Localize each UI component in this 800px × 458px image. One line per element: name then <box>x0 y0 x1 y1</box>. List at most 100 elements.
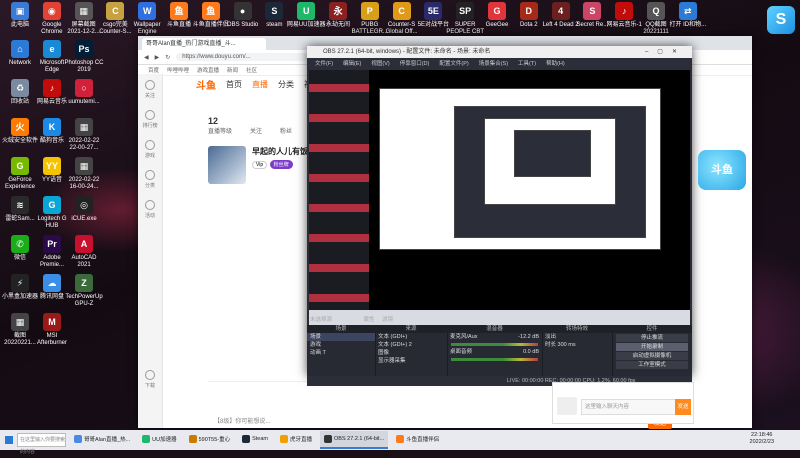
taskbar-app-icon <box>188 435 197 443</box>
refresh-icon[interactable]: ↻ <box>165 54 170 61</box>
taskbar-app[interactable]: Steam <box>238 431 272 447</box>
transition-duration[interactable]: 时长 300 ms <box>542 341 612 349</box>
source-item[interactable]: 文本 (GDI+) <box>375 333 447 341</box>
menu-item[interactable]: 工具(T) <box>518 59 536 67</box>
mixer-channel: 麦克风/Aux -12.2 dB <box>450 334 539 340</box>
nav-icon <box>145 79 155 90</box>
desktop-icon[interactable]: ▦ 2022-02-22 22-00-27... <box>64 118 104 152</box>
left-nav-item[interactable]: 关注 <box>138 74 162 104</box>
stat-level: 12 直播等级 <box>208 116 233 135</box>
app-icon: ◉ <box>42 2 61 20</box>
stat-fans: 粉丝 <box>280 129 293 135</box>
desktop-icon-label: AutoCAD 2021 <box>71 255 97 268</box>
menu-item[interactable]: 配置文件(P) <box>439 59 468 67</box>
room-thumbnail <box>208 146 246 184</box>
bookmark-item[interactable]: 社区 <box>246 66 257 74</box>
url-field[interactable]: https://www.douyu.com/... <box>176 53 309 61</box>
desktop-icon[interactable]: M MSI Afterburner <box>32 313 72 347</box>
browser-tab[interactable]: 哥哥Alan直播_热门游戏直播_斗... <box>142 38 266 50</box>
emoji-icon[interactable] <box>557 397 577 415</box>
start-icon[interactable] <box>5 436 13 444</box>
obs-title: OBS 27.2.1 (64-bit, windows) - 配置文件: 未命名… <box>323 49 491 55</box>
app-icon: Q <box>647 2 665 20</box>
controls-dock: 控件 停止推流 开始录制 启动虚拟摄像机 工作室模式 <box>612 325 692 376</box>
desktop-icon[interactable]: Z TechPowerUp GPU-Z <box>64 274 104 308</box>
window-controls[interactable]: –▢✕ <box>645 46 686 58</box>
desktop-icon[interactable]: ◎ iCUE.exe <box>64 196 104 223</box>
desktop-icon[interactable]: ○ uumutemi... <box>64 79 104 106</box>
filters-button[interactable]: 滤镜 <box>382 317 393 323</box>
left-nav-item[interactable]: 排行榜 <box>138 104 162 134</box>
preview-nested-obs <box>514 130 591 177</box>
menu-item[interactable]: 视图(V) <box>371 59 389 67</box>
transition-select[interactable]: 淡出 <box>542 333 612 341</box>
taskbar-app[interactable]: 斗鱼直播伴侣 <box>392 431 443 447</box>
app-icon: ▦ <box>11 313 29 331</box>
left-nav-item[interactable]: 游戏 <box>138 134 162 164</box>
chat-input[interactable]: 这里输入聊天内容 <box>581 399 676 415</box>
desktop-icon[interactable]: A AutoCAD 2021 <box>64 235 104 269</box>
scene-item[interactable]: 游戏 <box>307 341 375 349</box>
source-item[interactable]: 图像 <box>375 349 447 357</box>
nav-home[interactable]: 首页 <box>226 79 242 90</box>
taskbar-app-label: 590T55-重心 <box>198 437 231 443</box>
source-item[interactable]: 显示器采集 <box>375 357 447 365</box>
desktop-icon[interactable]: ▦ 2022-02-22 16-00-24... <box>64 157 104 191</box>
scenes-dock: 场景 场景 游戏 动画 T <box>307 325 376 376</box>
app-icon: ⇄ <box>678 2 697 20</box>
scene-item[interactable]: 动画 T <box>307 349 375 357</box>
mixer-channel: 桌面音频 0.0 dB <box>450 349 539 355</box>
obs-preview[interactable] <box>309 70 690 325</box>
forward-icon[interactable]: ▶ <box>155 54 160 61</box>
left-nav-item[interactable]: 下载 <box>138 364 162 394</box>
menu-item[interactable]: 停靠窗口(D) <box>400 59 430 67</box>
app-icon: ⌂ <box>11 40 29 58</box>
chat-send-button[interactable]: 发送 <box>675 399 691 415</box>
app-icon: ▦ <box>75 118 93 136</box>
bookmark-item[interactable]: 哔哩哔哩 <box>167 66 189 74</box>
bookmark-item[interactable]: 新闻 <box>227 66 238 74</box>
nav-live[interactable]: 直播 <box>252 79 268 90</box>
nav-icon <box>145 199 155 210</box>
properties-button[interactable]: 属性 <box>364 317 375 323</box>
room-card[interactable]: 早起的人儿有饭吃 Vip 粉丝牌 <box>208 146 316 184</box>
taskbar-apps: 哥哥Alan直播_热... UU加速器 590T55-重心 Steam 虎牙直播 OBS … <box>66 431 443 449</box>
desktop-icon[interactable]: Ps Photoshop CC 2019 <box>64 40 104 74</box>
taskbar-app[interactable]: OBS 27.2.1 (64-bit... <box>320 431 389 449</box>
source-item[interactable]: 文本 (GDI+) 2 <box>375 341 447 349</box>
obs-title-bar: OBS 27.2.1 (64-bit, windows) - 配置文件: 未命名… <box>307 46 692 58</box>
virtual-camera-button[interactable]: 启动虚拟摄像机 <box>616 352 688 360</box>
app-icon: G <box>488 2 506 20</box>
bookmark-item[interactable]: 百度 <box>148 66 159 74</box>
desktop-icon-label: 2022-02-22 22-00-27... <box>68 138 100 151</box>
nav-icon <box>145 369 155 380</box>
app-icon: C <box>106 2 125 20</box>
desktop-icon[interactable]: ⇄ 打开 ID和物... <box>668 2 708 29</box>
app-icon: ◎ <box>75 196 93 214</box>
obs-menu-bar: 文件(F) 编辑(E) 视图(V) 停靠窗口(D) 配置文件(P) 场景集合(S… <box>307 58 692 68</box>
taskbar-app[interactable]: 虎牙直播 <box>276 431 316 447</box>
stop-streaming-button[interactable]: 停止推流 <box>616 334 688 342</box>
nav-category[interactable]: 分类 <box>278 79 294 90</box>
studio-mode-button[interactable]: 工作室模式 <box>616 361 688 369</box>
preview-desktop-icons <box>309 70 369 325</box>
left-nav-item[interactable]: 分类 <box>138 164 162 194</box>
taskbar-app[interactable]: 590T55-重心 <box>185 431 235 447</box>
start-recording-button[interactable]: 开始录制 <box>616 343 688 351</box>
desktop-icon-label: TechPowerUp GPU-Z <box>65 294 103 307</box>
menu-item[interactable]: 帮助(H) <box>546 59 565 67</box>
stat-follow[interactable]: 关注 <box>250 116 262 135</box>
menu-item[interactable]: 编辑(E) <box>343 59 361 67</box>
site-logo[interactable]: 斗鱼 <box>196 77 216 92</box>
mixer-dock: 混音器 麦克风/Aux -12.2 dB 桌面音频 0.0 dB <box>447 325 543 376</box>
scene-item[interactable]: 场景 <box>307 333 375 341</box>
taskbar-search[interactable]: 在这里输入你要搜索的内容 <box>17 433 66 455</box>
taskbar-app[interactable]: 哥哥Alan直播_热... <box>70 431 134 447</box>
clock[interactable]: 22:18:46 2022/2/23 <box>750 432 774 446</box>
menu-item[interactable]: 场景集合(S) <box>479 59 508 67</box>
left-nav-item[interactable]: 活动 <box>138 194 162 224</box>
back-icon[interactable]: ◀ <box>144 54 149 61</box>
taskbar-app[interactable]: UU加速器 <box>138 431 180 447</box>
bookmark-item[interactable]: 游戏直播 <box>197 66 219 74</box>
menu-item[interactable]: 文件(F) <box>315 59 333 67</box>
